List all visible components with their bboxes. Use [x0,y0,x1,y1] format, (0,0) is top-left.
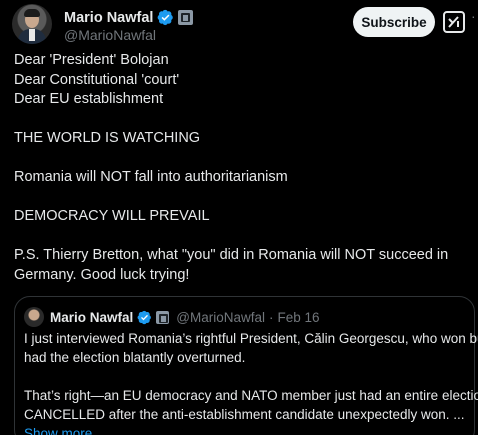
more-options-icon[interactable]: ··· [471,8,478,24]
tweet-line: Dear EU establishment [14,91,164,107]
quoted-tweet[interactable]: Mario Nawfal @MarioNawfal · Feb 16 I jus… [14,296,478,435]
quoted-tweet-text: I just interviewed Romania’s rightful Pr… [24,329,478,435]
verified-badge-icon [158,9,174,26]
quoted-line: That’s right—an EU democracy and NATO me… [24,388,478,403]
grok-icon[interactable] [443,11,465,33]
quoted-author-name: Mario Nawfal [50,309,134,325]
verified-badge-icon [137,310,152,324]
tweet: Mario Nawfal @MarioNawfal Subscribe ··· … [0,0,478,435]
quoted-avatar [24,307,44,327]
tweet-text: Dear 'President' Bolojan Dear Constituti… [14,51,469,285]
author-handle[interactable]: @MarioNawfal [64,27,156,43]
quoted-date: Feb 16 [277,309,320,325]
tweet-line: DEMOCRACY WILL PREVAIL [14,208,210,224]
affiliation-icon [156,310,170,324]
tweet-header: Mario Nawfal @MarioNawfal Subscribe ··· [12,4,478,46]
separator: · [269,309,274,325]
subscribe-button[interactable]: Subscribe [353,7,435,37]
avatar[interactable] [12,4,52,44]
author-name-row: Mario Nawfal [64,9,194,26]
tweet-line: Germany. Good luck trying! [14,266,190,283]
tweet-line: Romania will NOT fall into authoritarian… [14,169,288,185]
tweet-line: THE WORLD IS WATCHING [14,130,201,146]
grok-glyph-icon [448,16,459,28]
show-more-link[interactable]: Show more [24,424,474,435]
affiliation-icon[interactable] [178,10,194,25]
quoted-line: CANCELLED after the anti-establishment c… [24,407,465,422]
tweet-line: Dear Constitutional 'court' [14,71,180,88]
author-name[interactable]: Mario Nawfal [64,10,153,26]
quoted-line: I just interviewed Romania’s rightful Pr… [24,331,478,346]
tweet-line: Dear 'President' Bolojan [14,52,169,68]
quoted-author-handle: @MarioNawfal [176,309,266,325]
quoted-tweet-header: Mario Nawfal @MarioNawfal · Feb 16 [24,307,320,327]
quoted-line: had the election blatantly overturned. [24,350,246,365]
tweet-line: P.S. Thierry Bretton, what "you" did in … [14,247,449,263]
